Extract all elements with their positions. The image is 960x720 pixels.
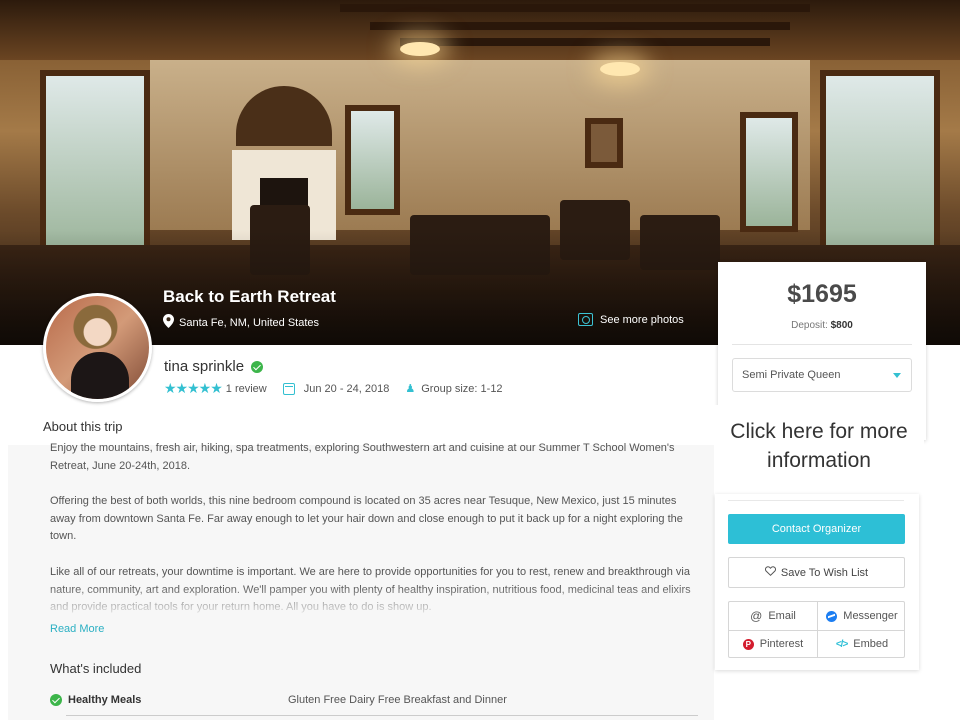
divider (728, 500, 904, 501)
ceiling-beam (370, 22, 790, 30)
at-sign-icon: @ (750, 609, 763, 623)
included-heading: What's included (50, 661, 142, 676)
organizer-name[interactable]: tina sprinkle (164, 358, 244, 375)
trip-location: Santa Fe, NM, United States (163, 314, 319, 331)
share-pinterest-label: Pinterest (759, 638, 804, 650)
about-heading: About this trip (43, 419, 123, 434)
window (740, 112, 798, 232)
trip-meta-row: ★★★★★ 1 review Jun 20 - 24, 2018 ♟ Group… (164, 380, 503, 397)
see-more-photos-label: See more photos (600, 313, 684, 326)
divider (732, 344, 912, 345)
share-grid: @ Email Messenger P Pinterest </> Embed (728, 601, 905, 658)
room-type-select[interactable]: Semi Private Queen (732, 358, 912, 392)
share-embed-label: Embed (853, 638, 889, 650)
window (345, 105, 400, 215)
trip-dates: Jun 20 - 24, 2018 (303, 382, 390, 395)
verified-check-icon (251, 360, 264, 373)
see-more-photos-link[interactable]: See more photos (578, 313, 684, 326)
ceiling-beam (400, 38, 770, 46)
share-embed-button[interactable]: </> Embed (818, 630, 906, 658)
save-to-wish-list-label: Save To Wish List (780, 566, 869, 579)
included-item-detail: Gluten Free Dairy Free Breakfast and Din… (288, 694, 507, 706)
page: Back to Earth Retreat Santa Fe, NM, Unit… (0, 0, 960, 720)
share-messenger-button[interactable]: Messenger (818, 602, 906, 630)
avatar-figure (71, 352, 129, 399)
painting (585, 118, 623, 168)
review-count-link[interactable]: 1 review (226, 383, 267, 395)
save-to-wish-list-button[interactable]: Save To Wish List (728, 557, 905, 588)
included-item: Healthy Meals Gluten Free Dairy Free Bre… (50, 694, 700, 706)
divider (729, 630, 905, 631)
organizer-name-row: tina sprinkle (164, 358, 264, 375)
deposit-label: Deposit: (791, 320, 828, 331)
pinterest-icon: P (742, 638, 754, 650)
camera-icon (578, 313, 593, 326)
price: $1695 (787, 280, 857, 308)
share-email-button[interactable]: @ Email (729, 602, 817, 630)
share-email-label: Email (768, 610, 796, 622)
star-rating: ★★★★★ (164, 380, 223, 396)
check-icon (50, 694, 62, 706)
share-pinterest-button[interactable]: P Pinterest (729, 630, 817, 658)
messenger-icon (826, 610, 838, 622)
heart-icon (764, 566, 776, 579)
trip-title: Back to Earth Retreat (163, 287, 336, 306)
ceiling-fan-light (600, 62, 640, 76)
included-item-name: Healthy Meals (68, 694, 142, 706)
read-more-link[interactable]: Read More (50, 623, 104, 635)
share-messenger-label: Messenger (843, 610, 898, 622)
ceiling-beam (340, 4, 810, 12)
deposit: Deposit: $800 (718, 320, 926, 331)
chevron-down-icon (893, 373, 901, 378)
about-paragraph: Enjoy the mountains, fresh air, hiking, … (50, 442, 675, 472)
info-overlay-text[interactable]: Click here for more information (714, 417, 924, 475)
map-pin-icon (163, 314, 174, 331)
contact-organizer-button[interactable]: Contact Organizer (728, 514, 905, 544)
ceiling-fan-light (400, 42, 440, 56)
divider (66, 715, 698, 716)
room-type-value: Semi Private Queen (742, 369, 841, 381)
location-text: Santa Fe, NM, United States (179, 316, 320, 329)
about-paragraph: Offering the best of both worlds, this n… (50, 495, 683, 543)
code-icon: </> (835, 638, 849, 650)
text-fade (50, 585, 710, 617)
person-icon: ♟ (405, 383, 416, 395)
calendar-icon (282, 382, 295, 395)
organizer-avatar[interactable] (43, 293, 152, 402)
deposit-value: $800 (830, 320, 853, 331)
group-size: Group size: 1-12 (421, 382, 503, 395)
